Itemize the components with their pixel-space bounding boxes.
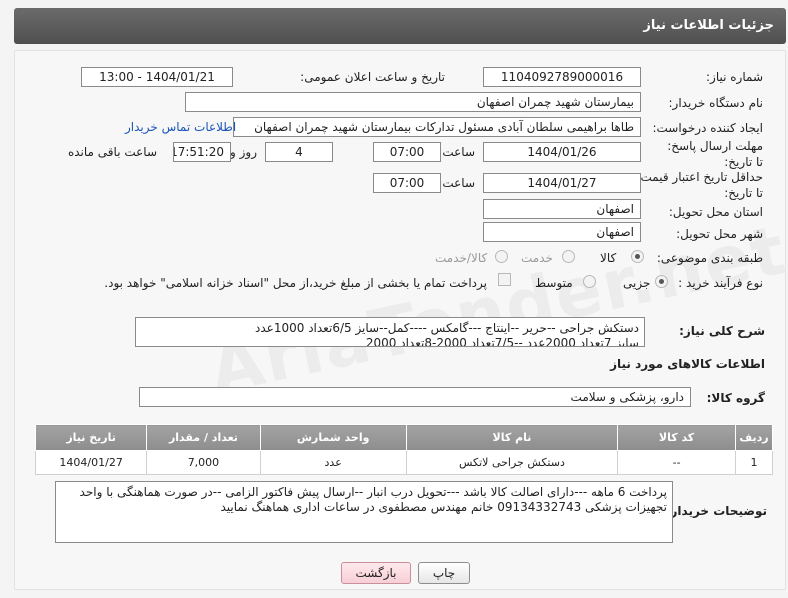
col-unit: واحد شمارش: [259, 424, 407, 451]
page-title: جزئیات اطلاعات نیاز: [643, 18, 774, 33]
delivery-province-label: استان محل تحویل:: [668, 205, 763, 219]
reply-date-field[interactable]: 1404/01/26: [483, 142, 641, 162]
category-goods-service-radio[interactable]: [495, 250, 508, 263]
process-medium-radio[interactable]: [583, 275, 596, 288]
page-header: جزئیات اطلاعات نیاز: [14, 8, 786, 44]
price-date-field[interactable]: 1404/01/27: [483, 173, 641, 193]
need-details-form: AriaTender.net شماره نیاز: 1104092789000…: [14, 50, 788, 590]
remaining-time-field[interactable]: 17:51:20: [173, 142, 231, 162]
price-validity-label: حداقل تاریخ اعتبار قیمت: تا تاریخ:: [636, 170, 763, 200]
requester-label: ایجاد کننده درخواست:: [652, 121, 763, 135]
cell-goods-name: دستکش جراحی لاتکس: [405, 450, 619, 475]
category-label: طبقه بندی موضوعی:: [656, 251, 763, 265]
remaining-label: ساعت باقی مانده: [67, 145, 157, 159]
table-row[interactable]: 1 -- دستکش جراحی لاتکس عدد 7,000 1404/01…: [34, 450, 774, 475]
print-button[interactable]: چاپ: [418, 562, 470, 584]
col-need-date: تاریخ نیاز: [34, 424, 148, 451]
buyer-contact-link[interactable]: اطلاعات تماس خریدار: [125, 120, 236, 134]
goods-group-label: گروه کالا:: [706, 391, 765, 405]
col-goods-name: نام کالا: [405, 424, 619, 451]
delivery-city-label: شهر محل تحویل:: [676, 227, 763, 241]
category-goods-service-label: کالا/خدمت: [435, 251, 488, 265]
announce-label: تاریخ و ساعت اعلان عمومی:: [300, 70, 445, 84]
reply-deadline-label: مهلت ارسال پاسخ: تا تاریخ:: [667, 139, 763, 169]
need-number-field[interactable]: 1104092789000016: [483, 67, 641, 87]
need-number-label: شماره نیاز:: [706, 70, 763, 84]
category-service-label: خدمت: [521, 251, 553, 265]
category-service-radio[interactable]: [562, 250, 575, 263]
process-medium-label: متوسط: [535, 276, 573, 290]
treasury-checkbox[interactable]: [498, 273, 511, 286]
items-table-header: ردیف کد کالا نام کالا واحد شمارش تعداد /…: [34, 424, 774, 451]
process-label: نوع فرآیند خرید :: [678, 276, 763, 290]
goods-group-field[interactable]: دارو، پزشکی و سلامت: [139, 387, 691, 407]
page: جزئیات اطلاعات نیاز AriaTender.net شماره…: [0, 0, 788, 598]
requester-field[interactable]: طاها براهیمی سلطان آبادی مسئول تدارکات ب…: [233, 117, 641, 137]
cell-row-no: 1: [734, 450, 774, 475]
back-button[interactable]: بازگشت: [341, 562, 411, 584]
col-row-no: ردیف: [734, 424, 774, 451]
process-minor-radio[interactable]: [655, 275, 668, 288]
delivery-province-field[interactable]: اصفهان: [483, 199, 641, 219]
price-time-field[interactable]: 07:00: [373, 173, 441, 193]
treasury-note: پرداخت تمام یا بخشی از مبلغ خرید،از محل …: [104, 276, 487, 290]
buyer-notes-label: توضیحات خریدار:: [665, 504, 767, 518]
process-minor-label: جزیی: [623, 276, 651, 290]
cell-need-date: 1404/01/27: [34, 450, 148, 475]
cell-goods-code: --: [617, 450, 736, 475]
goods-info-title: اطلاعات کالاهای مورد نیاز: [610, 357, 765, 371]
category-goods-radio[interactable]: [631, 250, 644, 263]
general-desc-textarea[interactable]: دستکش جراحی --حریر --اینتاج ---گامکس ---…: [135, 317, 645, 347]
col-quantity: تعداد / مقدار: [146, 424, 261, 451]
buyer-notes-textarea[interactable]: پرداخت 6 ماهه ---دارای اصالت کالا باشد -…: [55, 481, 673, 543]
general-desc-label: شرح کلی نیاز:: [679, 324, 765, 338]
cell-unit: عدد: [259, 450, 407, 475]
days-field[interactable]: 4: [265, 142, 333, 162]
reply-time-label: ساعت: [442, 145, 475, 159]
buyer-org-label: نام دستگاه خریدار:: [668, 96, 764, 110]
announce-field[interactable]: 1404/01/21 - 13:00: [81, 67, 233, 87]
days-label: روز و: [230, 145, 257, 159]
buyer-org-field[interactable]: بیمارستان شهید چمران اصفهان: [185, 92, 641, 112]
category-goods-label: کالا: [600, 251, 617, 265]
cell-quantity: 7,000: [146, 450, 261, 475]
items-table: ردیف کد کالا نام کالا واحد شمارش تعداد /…: [34, 424, 774, 475]
delivery-city-field[interactable]: اصفهان: [483, 222, 641, 242]
reply-time-field[interactable]: 07:00: [373, 142, 441, 162]
price-time-label: ساعت: [442, 176, 475, 190]
col-goods-code: کد کالا: [617, 424, 736, 451]
